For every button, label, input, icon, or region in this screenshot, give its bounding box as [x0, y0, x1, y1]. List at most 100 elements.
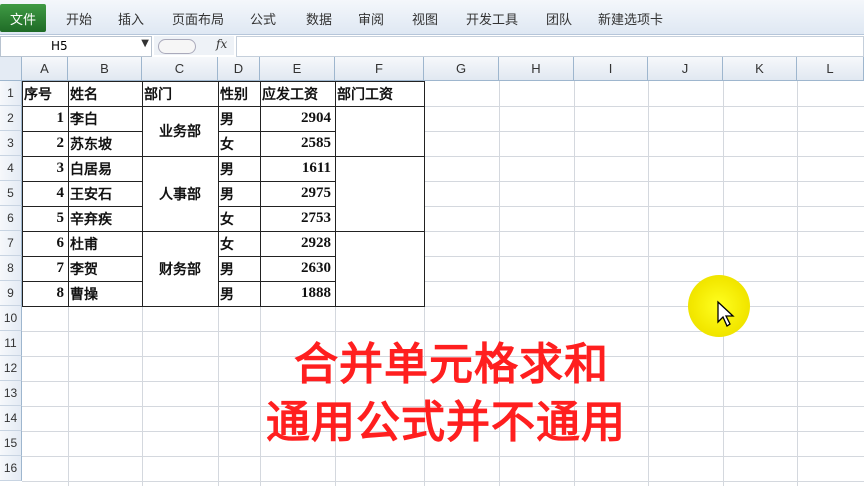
tab-developer[interactable]: 开发工具: [466, 9, 518, 28]
gridline: [22, 481, 864, 482]
cell-no[interactable]: 8: [22, 281, 68, 306]
cell-name[interactable]: 王安石: [68, 181, 142, 206]
col-header-f[interactable]: F: [335, 57, 424, 81]
gridline: [22, 456, 864, 457]
formula-bar: H5 ▼ fx: [0, 35, 864, 58]
gridline: [797, 81, 798, 486]
file-tab[interactable]: 文件: [0, 4, 46, 32]
cell-name[interactable]: 李贺: [68, 256, 142, 281]
merged-dept-cell[interactable]: 财务部: [142, 231, 218, 306]
tab-data[interactable]: 数据: [306, 9, 332, 28]
row-header-13[interactable]: 13: [0, 381, 22, 406]
tab-insert[interactable]: 插入: [118, 9, 144, 28]
col-header-i[interactable]: I: [574, 57, 648, 81]
merged-dept-cell[interactable]: 人事部: [142, 156, 218, 231]
caption-line-1: 合并单元格求和: [294, 339, 609, 390]
cell-gender[interactable]: 男: [218, 106, 260, 131]
merged-dept-salary-cell[interactable]: [335, 156, 424, 231]
cell-no[interactable]: 2: [22, 131, 68, 156]
cell-salary[interactable]: 2928: [260, 231, 335, 256]
name-box-value: H5: [51, 39, 68, 53]
merged-dept-salary-cell[interactable]: [335, 106, 424, 156]
row-header-2[interactable]: 2: [0, 106, 22, 131]
cell-gender[interactable]: 男: [218, 156, 260, 181]
header-cell-salary[interactable]: 应发工资: [260, 81, 335, 106]
header-cell-name[interactable]: 姓名: [68, 81, 142, 106]
cell-gender[interactable]: 男: [218, 256, 260, 281]
cell-no[interactable]: 4: [22, 181, 68, 206]
chevron-down-icon[interactable]: ▼: [141, 38, 149, 49]
tab-page-layout[interactable]: 页面布局: [172, 9, 224, 28]
header-cell-gender[interactable]: 性别: [218, 81, 260, 106]
col-header-g[interactable]: G: [424, 57, 499, 81]
formula-controls: fx: [154, 36, 234, 55]
insert-function-icon[interactable]: fx: [216, 37, 227, 51]
name-box[interactable]: H5 ▼: [0, 36, 152, 57]
cell-salary[interactable]: 2975: [260, 181, 335, 206]
row-header-7[interactable]: 7: [0, 231, 22, 256]
cell-no[interactable]: 5: [22, 206, 68, 231]
cell-no[interactable]: 6: [22, 231, 68, 256]
col-header-h[interactable]: H: [499, 57, 574, 81]
col-header-d[interactable]: D: [218, 57, 260, 81]
col-header-k[interactable]: K: [723, 57, 797, 81]
cell-salary[interactable]: 2904: [260, 106, 335, 131]
row-header-10[interactable]: 10: [0, 306, 22, 331]
cell-gender[interactable]: 女: [218, 231, 260, 256]
cell-no[interactable]: 1: [22, 106, 68, 131]
header-cell-department[interactable]: 部门: [142, 81, 218, 106]
row-header-5[interactable]: 5: [0, 181, 22, 206]
formula-input[interactable]: [236, 36, 864, 57]
tab-review[interactable]: 审阅: [358, 9, 384, 28]
cell-name[interactable]: 白居易: [68, 156, 142, 181]
caption-line-2: 通用公式并不通用: [266, 397, 626, 448]
row-header-15[interactable]: 15: [0, 431, 22, 456]
tab-view[interactable]: 视图: [412, 9, 438, 28]
tab-team[interactable]: 团队: [546, 9, 572, 28]
header-cell-no[interactable]: 序号: [22, 81, 68, 106]
cell-salary[interactable]: 2630: [260, 256, 335, 281]
cell-no[interactable]: 3: [22, 156, 68, 181]
cell-no[interactable]: 7: [22, 256, 68, 281]
col-header-e[interactable]: E: [260, 57, 335, 81]
col-header-l[interactable]: L: [797, 57, 864, 81]
cell-gender[interactable]: 女: [218, 206, 260, 231]
cell-salary[interactable]: 2753: [260, 206, 335, 231]
row-header-11[interactable]: 11: [0, 331, 22, 356]
row-header-16[interactable]: 16: [0, 456, 22, 481]
cell-gender[interactable]: 男: [218, 181, 260, 206]
row-header-8[interactable]: 8: [0, 256, 22, 281]
tab-new[interactable]: 新建选项卡: [598, 9, 663, 28]
merged-dept-cell[interactable]: 业务部: [142, 106, 218, 156]
tab-home[interactable]: 开始: [66, 9, 92, 28]
col-header-j[interactable]: J: [648, 57, 723, 81]
ribbon-tab-bar: 文件 开始 插入 页面布局 公式 数据 审阅 视图 开发工具 团队 新建选项卡: [0, 0, 864, 35]
cell-name[interactable]: 杜甫: [68, 231, 142, 256]
formula-bar-handle[interactable]: [158, 39, 196, 54]
cell-gender[interactable]: 男: [218, 281, 260, 306]
col-header-c[interactable]: C: [142, 57, 218, 81]
row-header-12[interactable]: 12: [0, 356, 22, 381]
cell-gender[interactable]: 女: [218, 131, 260, 156]
cell-salary[interactable]: 1611: [260, 156, 335, 181]
row-header-14[interactable]: 14: [0, 406, 22, 431]
cell-name[interactable]: 李白: [68, 106, 142, 131]
cell-salary[interactable]: 1888: [260, 281, 335, 306]
tab-formulas[interactable]: 公式: [250, 9, 276, 28]
select-all-corner[interactable]: [0, 57, 22, 81]
cell-name[interactable]: 辛弃疾: [68, 206, 142, 231]
cell-name[interactable]: 苏东坡: [68, 131, 142, 156]
cell-salary[interactable]: 2585: [260, 131, 335, 156]
col-header-a[interactable]: A: [22, 57, 68, 81]
mouse-pointer-icon: [717, 300, 735, 327]
cell-name[interactable]: 曹操: [68, 281, 142, 306]
row-header-4[interactable]: 4: [0, 156, 22, 181]
row-header-9[interactable]: 9: [0, 281, 22, 306]
row-header-1[interactable]: 1: [0, 81, 22, 106]
header-cell-dept-salary[interactable]: 部门工资: [335, 81, 424, 106]
gridline: [648, 81, 649, 486]
row-header-6[interactable]: 6: [0, 206, 22, 231]
col-header-b[interactable]: B: [68, 57, 142, 81]
merged-dept-salary-cell[interactable]: [335, 231, 424, 306]
row-header-3[interactable]: 3: [0, 131, 22, 156]
